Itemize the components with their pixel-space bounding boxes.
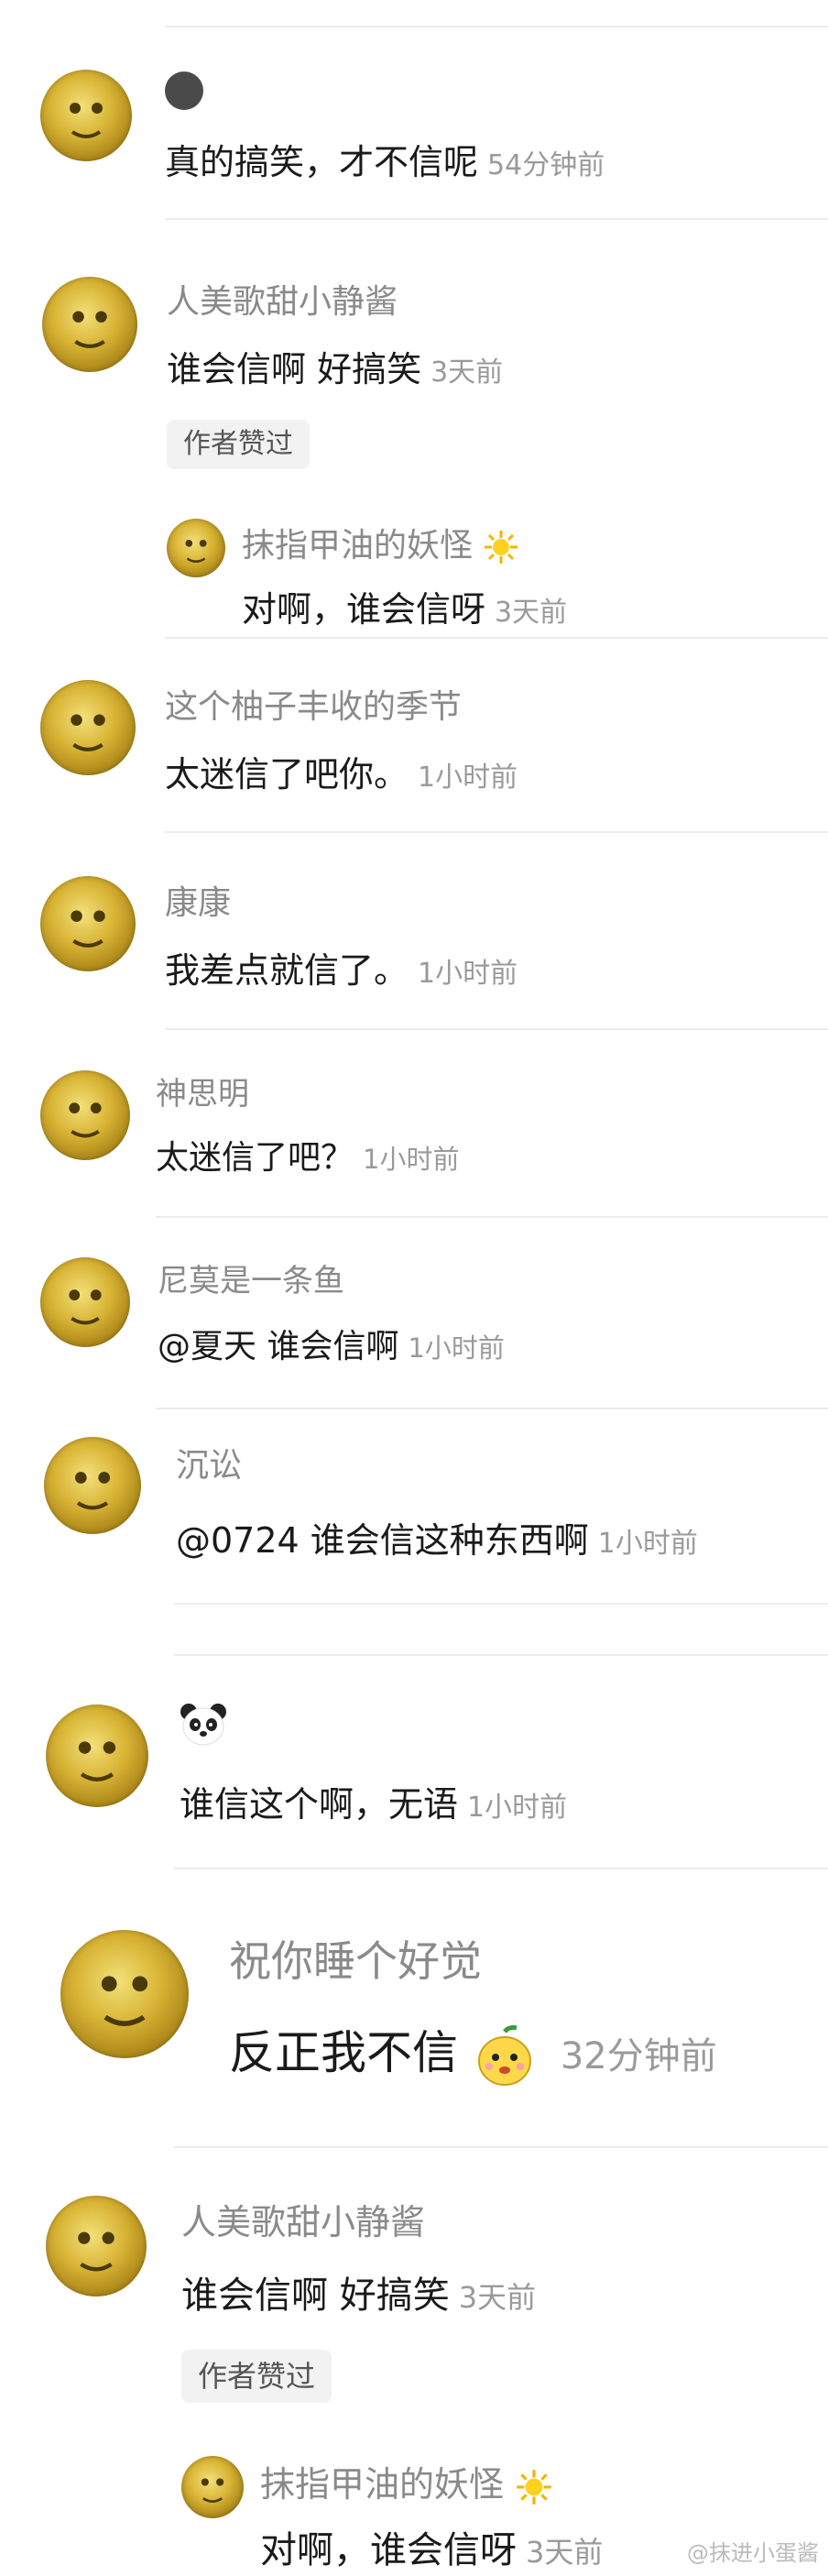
author-liked-badge: 作者赞过 [167, 420, 310, 469]
divider [156, 1216, 828, 1218]
lion-avatar-icon [185, 540, 207, 563]
avatar[interactable] [40, 680, 136, 775]
lion-avatar-icon [70, 103, 103, 138]
comment-text: @夏天 谁会信啊 1小时前 [158, 1328, 505, 1365]
user-name[interactable]: 尼莫是一条鱼 [158, 1255, 344, 1300]
avatar[interactable] [46, 2196, 147, 2296]
divider [165, 831, 828, 833]
avatar[interactable] [40, 70, 132, 161]
user-name[interactable]: 康康 [165, 876, 231, 924]
comment-time: 1小时前 [418, 958, 518, 990]
user-name[interactable]: 神思明 [156, 1069, 249, 1113]
reply-time: 3天前 [526, 2535, 604, 2570]
comment-time: 1小时前 [418, 762, 518, 794]
comment-text: @0724 谁会信这种东西啊 1小时前 [176, 1520, 698, 1561]
comment-time: 1小时前 [408, 1332, 505, 1364]
lion-avatar-icon [69, 1102, 102, 1138]
avatar[interactable] [40, 1257, 130, 1347]
lion-avatar-icon [78, 2231, 114, 2272]
panda-icon [180, 1704, 226, 1746]
user-name[interactable]: 祝你睡个好觉 [229, 1928, 482, 1989]
comment-text: 太迷信了吧你。 1小时前 [165, 754, 518, 795]
user-name[interactable]: 沉讼 [176, 1439, 242, 1486]
reply-text: 对啊，谁会信呀 3天前 [242, 589, 568, 630]
comment-text: 太迷信了吧？ 1小时前 [156, 1139, 460, 1177]
comment-time: 1小时前 [597, 1528, 698, 1560]
user-name[interactable]: 这个柚子丰收的季节 [165, 680, 462, 728]
divider [165, 26, 828, 27]
lion-avatar-icon [101, 1976, 148, 2026]
comment-text: 谁会信啊 好搞笑 3天前 [167, 349, 504, 389]
dot-icon [165, 71, 203, 110]
divider [174, 1603, 828, 1605]
lion-avatar-icon [71, 714, 105, 751]
divider [174, 1868, 828, 1869]
avatar[interactable] [44, 1437, 141, 1534]
comment-time: 1小时前 [467, 1792, 568, 1824]
comment-time: 32分钟前 [560, 2035, 717, 2077]
mango-face-icon [477, 2024, 531, 2086]
comment-time: 3天前 [430, 356, 504, 389]
divider [156, 1408, 828, 1409]
lion-avatar-icon [78, 1741, 116, 1781]
avatar[interactable] [40, 876, 136, 971]
sun-icon [517, 2469, 552, 2505]
avatar[interactable] [46, 1705, 148, 1807]
reply-user-name[interactable]: 抹指甲油的妖怪 [260, 2456, 553, 2506]
divider [165, 218, 828, 220]
lion-avatar-icon [69, 1289, 102, 1325]
lion-avatar-icon [71, 910, 105, 948]
comment-text: 真的搞笑，才不信呢 54分钟前 [165, 142, 605, 182]
reply-time: 3天前 [495, 597, 568, 629]
lion-avatar-icon [201, 2478, 224, 2503]
reply-avatar[interactable] [181, 2456, 244, 2518]
lion-avatar-icon [74, 1472, 111, 1510]
reply-text: 对啊，谁会信呀 3天前 [260, 2529, 604, 2571]
comment-time: 1小时前 [363, 1144, 460, 1175]
divider [174, 2146, 828, 2148]
comment-text: 谁信这个啊，无语 1小时前 [180, 1784, 568, 1825]
reply-avatar[interactable] [167, 519, 225, 577]
comment-time: 54分钟前 [487, 149, 605, 181]
divider [165, 637, 828, 639]
watermark: @抹进小蛋酱 [687, 2540, 819, 2566]
sun-icon [485, 531, 518, 564]
reply-user-name[interactable]: 抹指甲油的妖怪 [242, 519, 519, 566]
divider [165, 1028, 828, 1030]
avatar[interactable] [60, 1930, 189, 2058]
lion-avatar-icon [72, 311, 107, 348]
author-liked-badge: 作者赞过 [181, 2350, 332, 2403]
avatar[interactable] [42, 277, 137, 372]
comment-text: 反正我不信 32分钟前 [229, 2016, 717, 2088]
comment-time: 3天前 [458, 2280, 537, 2315]
divider [174, 1654, 828, 1656]
comment-text: 谁会信啊 好搞笑 3天前 [181, 2275, 537, 2317]
avatar[interactable] [40, 1070, 130, 1160]
user-name[interactable]: 人美歌甜小静酱 [181, 2194, 425, 2244]
user-name[interactable]: 人美歌甜小静酱 [167, 275, 398, 323]
comment-text: 我差点就信了。 1小时前 [165, 950, 518, 991]
